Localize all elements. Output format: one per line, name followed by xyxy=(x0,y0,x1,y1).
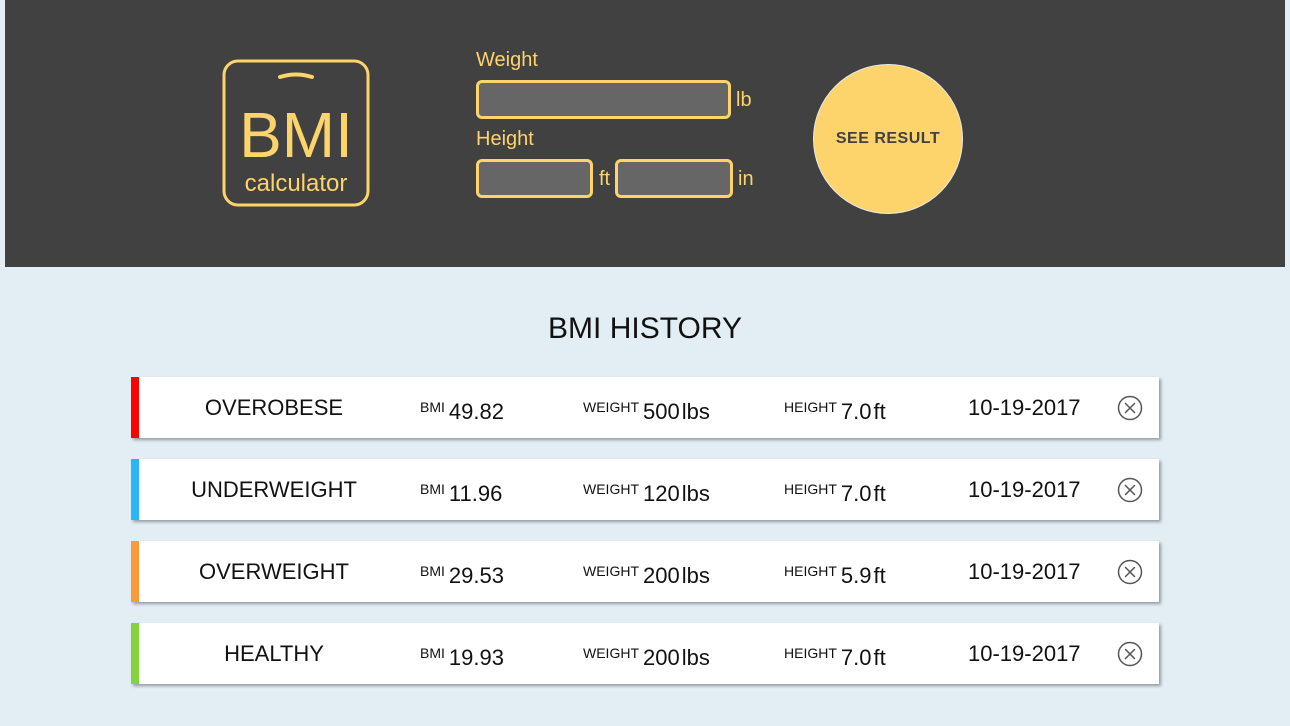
weight-label: WEIGHT xyxy=(583,481,639,497)
history-list: OVEROBESE BMI 49.82 WEIGHT 500lbs HEIGHT 7.… xyxy=(131,377,1159,705)
bmi-label: BMI xyxy=(420,481,445,497)
height-unit: ft xyxy=(873,645,886,670)
entry-date: 10-19-2017 xyxy=(968,395,1081,420)
height-label: HEIGHT xyxy=(784,645,837,661)
weight-value: WEIGHT 200lbs xyxy=(583,623,710,691)
remove-entry-button[interactable] xyxy=(1117,477,1143,503)
height-inches-input[interactable] xyxy=(615,159,733,198)
close-circle-icon xyxy=(1117,477,1143,503)
weight-number: 500 xyxy=(643,399,680,424)
history-row: UNDERWEIGHT BMI 11.96 WEIGHT 120lbs HEIGHT… xyxy=(131,459,1159,520)
height-unit: ft xyxy=(873,563,886,588)
logo-sub-text: calculator xyxy=(245,170,348,197)
height-label: HEIGHT xyxy=(784,481,837,497)
height-value: HEIGHT 7.0ft xyxy=(784,459,886,527)
remove-entry-button[interactable] xyxy=(1117,559,1143,585)
height-number: 5.9 xyxy=(840,563,872,588)
weight-unit: lbs xyxy=(681,399,710,424)
height-feet-input[interactable] xyxy=(476,159,593,198)
history-row: OVEROBESE BMI 49.82 WEIGHT 500lbs HEIGHT 7.… xyxy=(131,377,1159,438)
history-row: OVERWEIGHT BMI 29.53 WEIGHT 200lbs HEIGHT 5… xyxy=(131,541,1159,602)
height-value: HEIGHT 7.0ft xyxy=(784,377,886,445)
bmi-label: BMI xyxy=(420,399,445,415)
bmi-number: 49.82 xyxy=(448,399,504,424)
weight-unit: lbs xyxy=(681,645,710,670)
bmi-number: 11.96 xyxy=(448,481,503,506)
status-text: UNDERWEIGHT xyxy=(191,477,357,502)
height-number: 7.0 xyxy=(840,645,872,670)
height-value: HEIGHT 7.0ft xyxy=(784,623,886,691)
status-text: HEALTHY xyxy=(224,641,324,666)
weight-value: WEIGHT 500lbs xyxy=(583,377,710,445)
height-value: HEIGHT 5.9ft xyxy=(784,541,886,609)
height-label: Height xyxy=(476,128,534,150)
history-row: HEALTHY BMI 19.93 WEIGHT 200lbs HEIGHT 7.0f… xyxy=(131,623,1159,684)
bmi-value: BMI 49.82 xyxy=(420,377,504,445)
weight-label: WEIGHT xyxy=(583,645,639,661)
entry-date: 10-19-2017 xyxy=(968,477,1081,502)
bmi-value: BMI 19.93 xyxy=(420,623,504,691)
bmi-label: BMI xyxy=(420,645,445,661)
status-color-bar xyxy=(131,541,139,602)
weight-input[interactable] xyxy=(476,80,731,119)
weight-value: WEIGHT 120lbs xyxy=(583,459,710,527)
weight-number: 200 xyxy=(643,645,680,670)
bmi-value: BMI 11.96 xyxy=(420,459,502,527)
bmi-label: BMI xyxy=(420,563,445,579)
remove-entry-button[interactable] xyxy=(1117,641,1143,667)
status-color-bar xyxy=(131,459,139,520)
height-number: 7.0 xyxy=(840,481,872,506)
bmi-value: BMI 29.53 xyxy=(420,541,504,609)
entry-date: 10-19-2017 xyxy=(968,641,1081,666)
height-unit: ft xyxy=(873,399,886,424)
height-label: HEIGHT xyxy=(784,399,837,415)
close-circle-icon xyxy=(1117,559,1143,585)
weight-number: 200 xyxy=(643,563,680,588)
weight-label: WEIGHT xyxy=(583,563,639,579)
remove-entry-button[interactable] xyxy=(1117,395,1143,421)
bmi-calculator-logo: BMI calculator xyxy=(219,56,373,210)
close-circle-icon xyxy=(1117,395,1143,421)
weight-unit: lbs xyxy=(681,563,710,588)
close-circle-icon xyxy=(1117,641,1143,667)
height-unit: ft xyxy=(873,481,886,506)
height-inches-unit: in xyxy=(738,168,754,190)
entry-date: 10-19-2017 xyxy=(968,559,1081,584)
scale-logo-icon: BMI calculator xyxy=(222,59,370,207)
status-color-bar xyxy=(131,623,139,684)
logo-main-text: BMI xyxy=(239,99,353,171)
weight-value: WEIGHT 200lbs xyxy=(583,541,710,609)
status-text: OVEROBESE xyxy=(204,395,344,420)
status-text: OVERWEIGHT xyxy=(199,559,349,584)
weight-unit: lb xyxy=(736,89,752,111)
bmi-number: 19.93 xyxy=(448,645,504,670)
status-color-bar xyxy=(131,377,139,438)
bmi-number: 29.53 xyxy=(448,563,504,588)
height-feet-unit: ft xyxy=(599,168,611,190)
weight-number: 120 xyxy=(643,481,680,506)
see-result-button[interactable]: SEE RESULT xyxy=(813,64,963,214)
height-number: 7.0 xyxy=(840,399,872,424)
weight-label: Weight xyxy=(476,49,538,71)
height-label: HEIGHT xyxy=(784,563,837,579)
history-title: BMI HISTORY xyxy=(548,312,742,345)
weight-label: WEIGHT xyxy=(583,399,639,415)
header-panel: BMI calculator Weight lb Height ft in SE… xyxy=(5,0,1285,267)
weight-unit: lbs xyxy=(681,481,710,506)
